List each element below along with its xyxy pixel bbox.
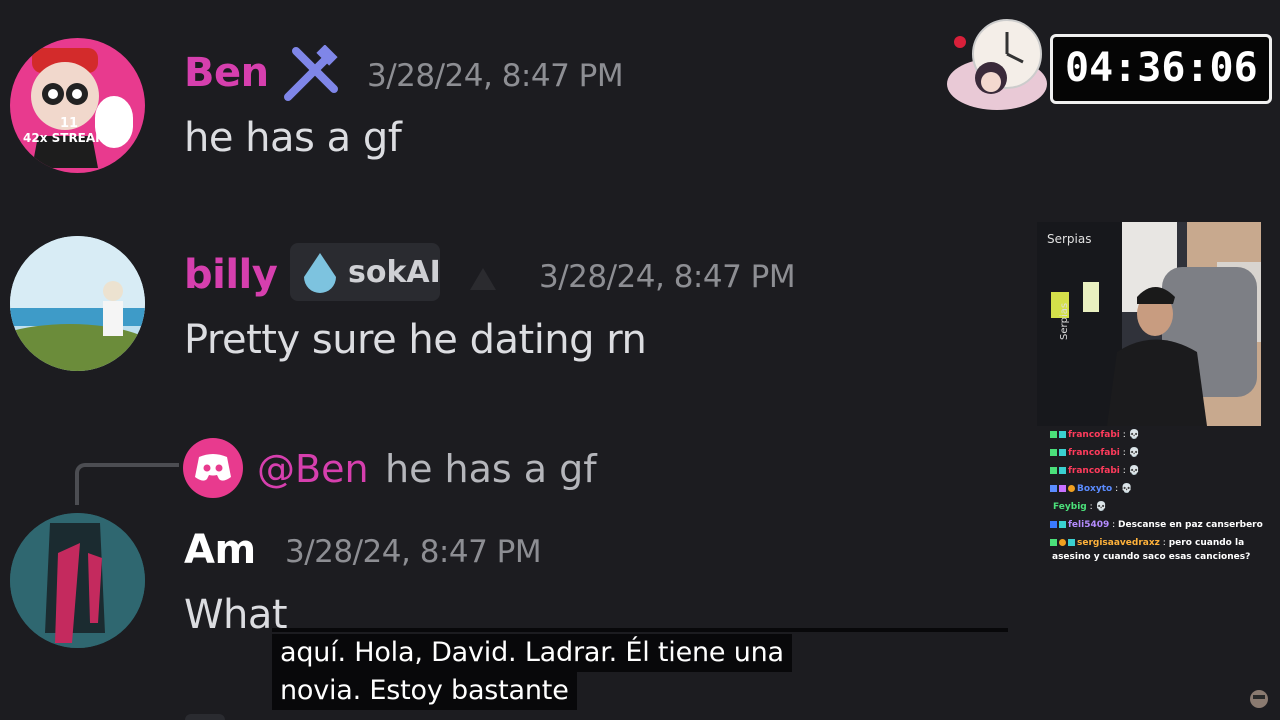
discord-icon [195, 454, 231, 481]
badge-icon [1059, 485, 1066, 492]
timestamp-am: 3/28/24, 8:47 PM [285, 534, 542, 570]
hammer-wrench-icon [284, 45, 338, 101]
ben-jersey-number: 11 [60, 116, 79, 131]
chat-line: feli5409 : Descanse en paz canserbero [1050, 520, 1263, 530]
channel-watermark-icon [1250, 690, 1268, 708]
message-text-ben: he has a gf [184, 115, 402, 161]
chat-text: pero cuando la [1168, 538, 1245, 548]
badge-icon [1059, 431, 1066, 438]
chat-separator: : [1115, 484, 1119, 494]
avatar-ben[interactable]: 11 42x STREAK [10, 38, 145, 173]
timer-value: 04:36:06 [1065, 45, 1258, 91]
chat-separator: : [1112, 520, 1116, 530]
badge-icon [1050, 539, 1057, 546]
chat-line-continued: asesino y cuando saco esas canciones? [1052, 552, 1251, 562]
timer-box: 04:36:06 [1050, 34, 1272, 104]
badge-icon [1050, 521, 1057, 528]
chat-username[interactable]: Feybig [1053, 502, 1087, 512]
badge-icon [1068, 539, 1075, 546]
chat-line: Feybig : 💀 [1053, 502, 1107, 512]
chat-line: francofabi : 💀 [1050, 466, 1140, 476]
server-tag[interactable]: sokAI [290, 243, 441, 301]
chat-username[interactable]: feli5409 [1068, 520, 1109, 530]
reply-mention[interactable]: @Ben [257, 447, 369, 491]
alarm-clock-icon [947, 19, 1047, 110]
poster-text: Serpias [1047, 232, 1092, 246]
water-drop-icon [304, 253, 336, 293]
chat-separator: : [1162, 538, 1166, 548]
badge-icon [1059, 521, 1066, 528]
billy-avatar-icon [10, 236, 145, 371]
avatar-am[interactable] [10, 513, 145, 648]
reply-preview-text[interactable]: he has a gf [385, 447, 597, 491]
chat-line: sergisaavedraxz : pero cuando la [1050, 538, 1244, 548]
decorative-emoji-icon [470, 268, 496, 290]
badge-icon [1068, 485, 1075, 492]
badge-icon [1050, 449, 1057, 456]
badge-icon [1059, 449, 1066, 456]
timestamp-ben: 3/28/24, 8:47 PM [367, 58, 624, 94]
badge-icon [1050, 431, 1057, 438]
author-ben[interactable]: Ben [184, 50, 269, 96]
webcam-scene-icon [1037, 222, 1261, 426]
server-tag-label: sokAI [348, 255, 441, 290]
webcam-feed: Serpias Serpias [1037, 222, 1261, 426]
badge-icon [1050, 467, 1057, 474]
am-avatar-icon [10, 513, 145, 648]
chat-text: Descanse en paz canserbero [1118, 520, 1263, 530]
chat-text: 💀 [1121, 484, 1133, 494]
author-billy[interactable]: billy [184, 252, 278, 298]
reply-avatar[interactable] [183, 438, 243, 498]
ben-avatar-icon [31, 48, 133, 168]
chat-line: Boxyto : 💀 [1050, 484, 1132, 494]
chat-line: francofabi : 💀 [1050, 448, 1140, 458]
badge-icon [1059, 467, 1066, 474]
subtitle-bar-top [272, 628, 1008, 632]
badge-icon [1050, 485, 1057, 492]
chat-username[interactable]: francofabi [1068, 430, 1120, 440]
chat-separator: : [1122, 448, 1126, 458]
reply-connector [75, 463, 179, 505]
chat-text: 💀 [1128, 448, 1140, 458]
chat-username[interactable]: francofabi [1068, 448, 1120, 458]
chat-text: 💀 [1128, 430, 1140, 440]
subtitle-line-1: aquí. Hola, David. Ladrar. Él tiene una [272, 634, 792, 672]
timer-badge [945, 12, 1057, 114]
next-avatar-edge [185, 714, 225, 720]
chat-separator: : [1122, 430, 1126, 440]
chat-username[interactable]: francofabi [1068, 466, 1120, 476]
author-am[interactable]: Am [184, 527, 256, 573]
chat-username[interactable]: Boxyto [1077, 484, 1112, 494]
subtitle-line-2: novia. Estoy bastante [272, 672, 577, 710]
stand-text: Serpias [1059, 302, 1070, 340]
chat-line: francofabi : 💀 [1050, 430, 1140, 440]
chat-separator: : [1089, 502, 1093, 512]
chat-text: 💀 [1095, 502, 1107, 512]
chat-text: 💀 [1128, 466, 1140, 476]
ben-streak-label: 42x STREAK [23, 131, 105, 145]
chat-separator: : [1122, 466, 1126, 476]
timestamp-billy: 3/28/24, 8:47 PM [539, 259, 796, 295]
chat-username[interactable]: sergisaavedraxz [1077, 538, 1160, 548]
message-text-billy: Pretty sure he dating rn [184, 317, 647, 363]
avatar-billy[interactable] [10, 236, 145, 371]
badge-icon [1059, 539, 1066, 546]
